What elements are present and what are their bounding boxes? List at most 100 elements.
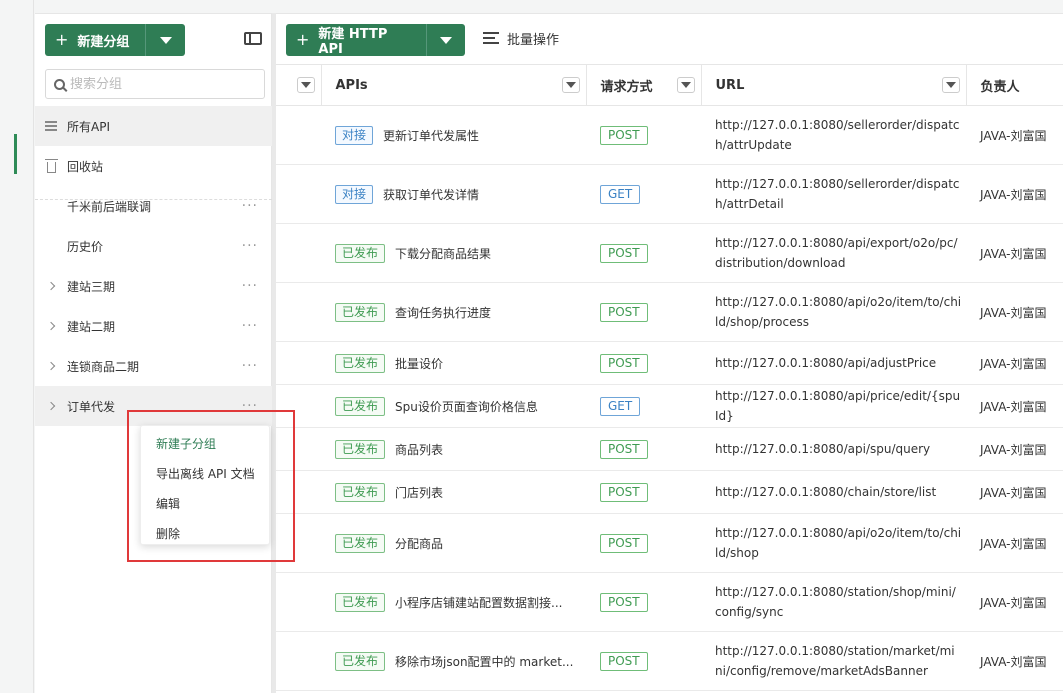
column-header-apis[interactable]: APIs (321, 64, 587, 106)
more-icon[interactable]: ··· (242, 199, 258, 213)
column-filter-icon[interactable] (296, 77, 315, 93)
new-group-button-main[interactable]: + 新建分组 (45, 24, 141, 56)
sidebar-item-group[interactable]: 千米前后端联调 ··· (35, 186, 272, 226)
table-header-row: APIs 请求方式 URL 负责人 (276, 64, 1063, 106)
new-http-api-button[interactable]: + 新建 HTTP API (286, 24, 465, 57)
batch-list-icon (483, 32, 499, 45)
api-url: http://127.0.0.1:8080/api/spu/query (701, 427, 966, 471)
status-badge: 已发布 (335, 651, 386, 671)
owner-cell: JAVA-刘富国 (966, 164, 1063, 224)
api-name[interactable]: 小程序店铺建站配置数据割接... (395, 594, 562, 611)
trash-icon-wrap (35, 158, 67, 173)
new-http-api-button-main[interactable]: + 新建 HTTP API (286, 24, 426, 57)
method-badge: POST (600, 651, 648, 671)
sidebar-item-recycle-bin[interactable]: 回收站 (35, 146, 272, 186)
method-badge: POST (600, 482, 648, 502)
api-name[interactable]: 分配商品 (395, 535, 443, 552)
api-name[interactable]: 查询任务执行进度 (395, 304, 491, 321)
api-name[interactable]: 批量设价 (395, 355, 443, 372)
chevron-right-icon[interactable] (46, 401, 56, 411)
api-url: http://127.0.0.1:8080/sellerorder/dispat… (701, 164, 966, 224)
status-badge: 已发布 (335, 592, 386, 612)
column-header-owner[interactable]: 负责人 (966, 64, 1063, 106)
api-list-panel: + 新建 HTTP API 批量操作 APIs 请求方式 URL 负责人 对接 … (276, 13, 1063, 693)
api-name[interactable]: 下载分配商品结果 (395, 245, 491, 262)
api-name[interactable]: 商品列表 (395, 441, 443, 458)
api-url: http://127.0.0.1:8080/api/export/o2o/pc/… (701, 223, 966, 283)
table-row[interactable]: 已发布 商品列表 POST http://127.0.0.1:8080/api/s… (276, 427, 1063, 471)
table-row[interactable]: 已发布 查询任务执行进度 POST http://127.0.0.1:8080/a… (276, 282, 1063, 342)
search-icon (54, 78, 65, 90)
new-http-api-dropdown-button[interactable] (425, 24, 465, 56)
new-group-button[interactable]: + 新建分组 (45, 24, 185, 56)
sidebar-item-all-apis[interactable]: 所有API (35, 106, 272, 146)
select-column-header[interactable] (276, 64, 322, 106)
chevron-right-icon-wrap[interactable] (35, 401, 67, 411)
toggle-panel-icon[interactable] (244, 32, 262, 45)
column-header-url[interactable]: URL (701, 64, 967, 106)
sidebar-item-group[interactable]: 连锁商品二期 ··· (35, 346, 272, 386)
column-header-method[interactable]: 请求方式 (586, 64, 702, 106)
table-row[interactable]: 已发布 小程序店铺建站配置数据割接... POST http://127.0.0.… (276, 572, 1063, 632)
group-search-input[interactable] (70, 76, 250, 92)
batch-operation-button[interactable]: 批量操作 (483, 29, 559, 48)
sidebar-item-label: 连锁商品二期 (67, 359, 140, 374)
status-badge: 对接 (335, 184, 374, 204)
sidebar-item-label: 建站二期 (67, 319, 116, 334)
api-name[interactable]: 获取订单代发详情 (383, 186, 479, 203)
new-group-dropdown-button[interactable] (145, 24, 185, 56)
chevron-right-icon-wrap[interactable] (35, 321, 67, 331)
table-row[interactable]: 已发布 移除市场json配置中的 market... POST http://12… (276, 631, 1063, 691)
api-url: http://127.0.0.1:8080/station/market/min… (701, 631, 966, 691)
chevron-right-icon-wrap[interactable] (35, 281, 67, 291)
api-name[interactable]: 门店列表 (395, 484, 443, 501)
owner-cell: JAVA-刘富国 (966, 513, 1063, 573)
more-icon[interactable]: ··· (242, 319, 258, 333)
method-badge: POST (600, 243, 648, 263)
list-icon (45, 121, 57, 131)
owner-cell: JAVA-刘富国 (966, 470, 1063, 514)
more-icon[interactable]: ··· (242, 359, 258, 373)
status-badge: 已发布 (335, 533, 386, 553)
more-icon[interactable]: ··· (242, 239, 258, 253)
method-badge: POST (600, 533, 648, 553)
method-badge: GET (600, 396, 641, 416)
table-row[interactable]: 已发布 批量设价 POST http://127.0.0.1:8080/api/a… (276, 341, 1063, 385)
chevron-right-icon[interactable] (46, 321, 56, 331)
api-name[interactable]: Spu设价页面查询价格信息 (395, 398, 538, 415)
new-group-label: 新建分组 (77, 34, 130, 50)
chevron-right-icon[interactable] (46, 281, 56, 291)
table-row[interactable]: 对接 获取订单代发详情 GET http://127.0.0.1:8080/sel… (276, 164, 1063, 224)
method-badge: GET (600, 184, 641, 204)
method-badge: POST (600, 353, 648, 373)
sidebar-item-group[interactable]: 建站二期 ··· (35, 306, 272, 346)
table-row[interactable]: 已发布 下载分配商品结果 POST http://127.0.0.1:8080/a… (276, 223, 1063, 283)
column-filter-icon[interactable] (676, 77, 695, 93)
group-sidebar: + 新建分组 所有API 回收站 千米前后端联调 ··· (35, 13, 272, 693)
table-row[interactable]: 已发布 Spu设价页面查询价格信息 GET http://127.0.0.1:80… (276, 384, 1063, 428)
api-name[interactable]: 更新订单代发属性 (383, 127, 479, 144)
column-filter-icon[interactable] (941, 77, 960, 93)
api-name[interactable]: 移除市场json配置中的 market... (395, 653, 573, 670)
sidebar-item-label: 建站三期 (67, 279, 116, 294)
table-row[interactable]: 对接 更新订单代发属性 POST http://127.0.0.1:8080/se… (276, 105, 1063, 165)
sidebar-item-group[interactable]: 建站三期 ··· (35, 266, 272, 306)
sidebar-item-label: 所有API (67, 119, 110, 134)
chevron-right-icon[interactable] (46, 361, 56, 371)
more-icon[interactable]: ··· (242, 279, 258, 293)
plus-icon: + (55, 30, 69, 49)
table-row[interactable]: 已发布 门店列表 POST http://127.0.0.1:8080/chain… (276, 470, 1063, 514)
status-badge: 已发布 (335, 482, 386, 502)
api-url: http://127.0.0.1:8080/api/o2o/item/to/ch… (701, 513, 966, 573)
group-search[interactable] (45, 69, 265, 99)
api-toolbar: + 新建 HTTP API 批量操作 (276, 14, 1063, 64)
annotation-highlight-box (127, 410, 295, 562)
owner-cell: JAVA-刘富国 (966, 223, 1063, 283)
table-row[interactable]: 已发布 分配商品 POST http://127.0.0.1:8080/api/o… (276, 513, 1063, 573)
column-filter-icon[interactable] (561, 77, 580, 93)
chevron-right-icon-wrap[interactable] (35, 361, 67, 371)
method-badge: POST (600, 439, 648, 459)
outer-nav-strip (0, 0, 34, 693)
outer-nav-active-indicator (14, 134, 17, 174)
sidebar-item-group[interactable]: 历史价 ··· (35, 226, 272, 266)
